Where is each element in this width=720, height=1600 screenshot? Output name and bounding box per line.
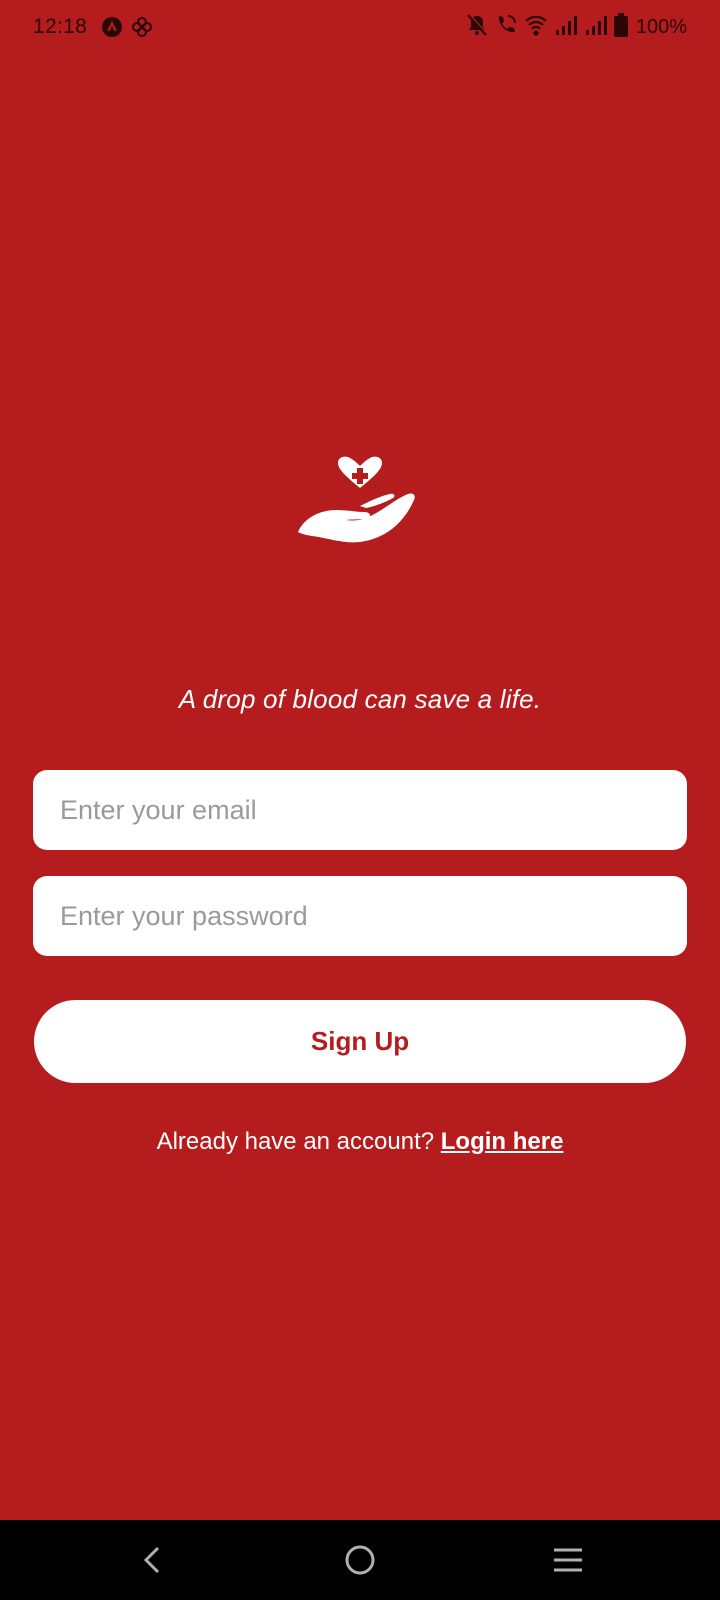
status-time: 12:18 <box>33 15 88 38</box>
signal-1-icon <box>554 14 578 41</box>
login-prompt-text: Already have an account? <box>156 1128 435 1155</box>
system-nav-bar <box>0 1520 720 1600</box>
hand-heart-plus-icon <box>298 456 416 548</box>
status-app-icons <box>101 16 153 43</box>
battery-percent: 100% <box>635 16 687 38</box>
login-link[interactable]: Login here <box>441 1128 564 1155</box>
home-icon[interactable] <box>340 1540 380 1580</box>
tagline: A drop of blood can save a life. <box>178 684 542 714</box>
password-field[interactable] <box>33 876 687 956</box>
app-a-icon <box>101 16 123 43</box>
status-right-icons: 100% <box>466 13 687 42</box>
back-icon[interactable] <box>132 1540 172 1580</box>
wifi-call-icon <box>494 13 518 42</box>
wifi-icon <box>524 14 548 41</box>
bell-off-icon <box>466 13 488 42</box>
recents-menu-icon[interactable] <box>548 1540 588 1580</box>
password-input[interactable] <box>58 899 687 933</box>
email-input[interactable] <box>58 793 687 827</box>
signup-button[interactable]: Sign Up <box>34 1000 686 1083</box>
status-bar: 12:18 100% <box>0 0 720 56</box>
pinwheel-icon <box>131 16 153 43</box>
signal-2-icon <box>584 14 608 41</box>
battery-icon <box>613 13 628 42</box>
login-prompt-row: Already have an account? Login here <box>0 1128 720 1156</box>
email-field[interactable] <box>33 770 687 850</box>
